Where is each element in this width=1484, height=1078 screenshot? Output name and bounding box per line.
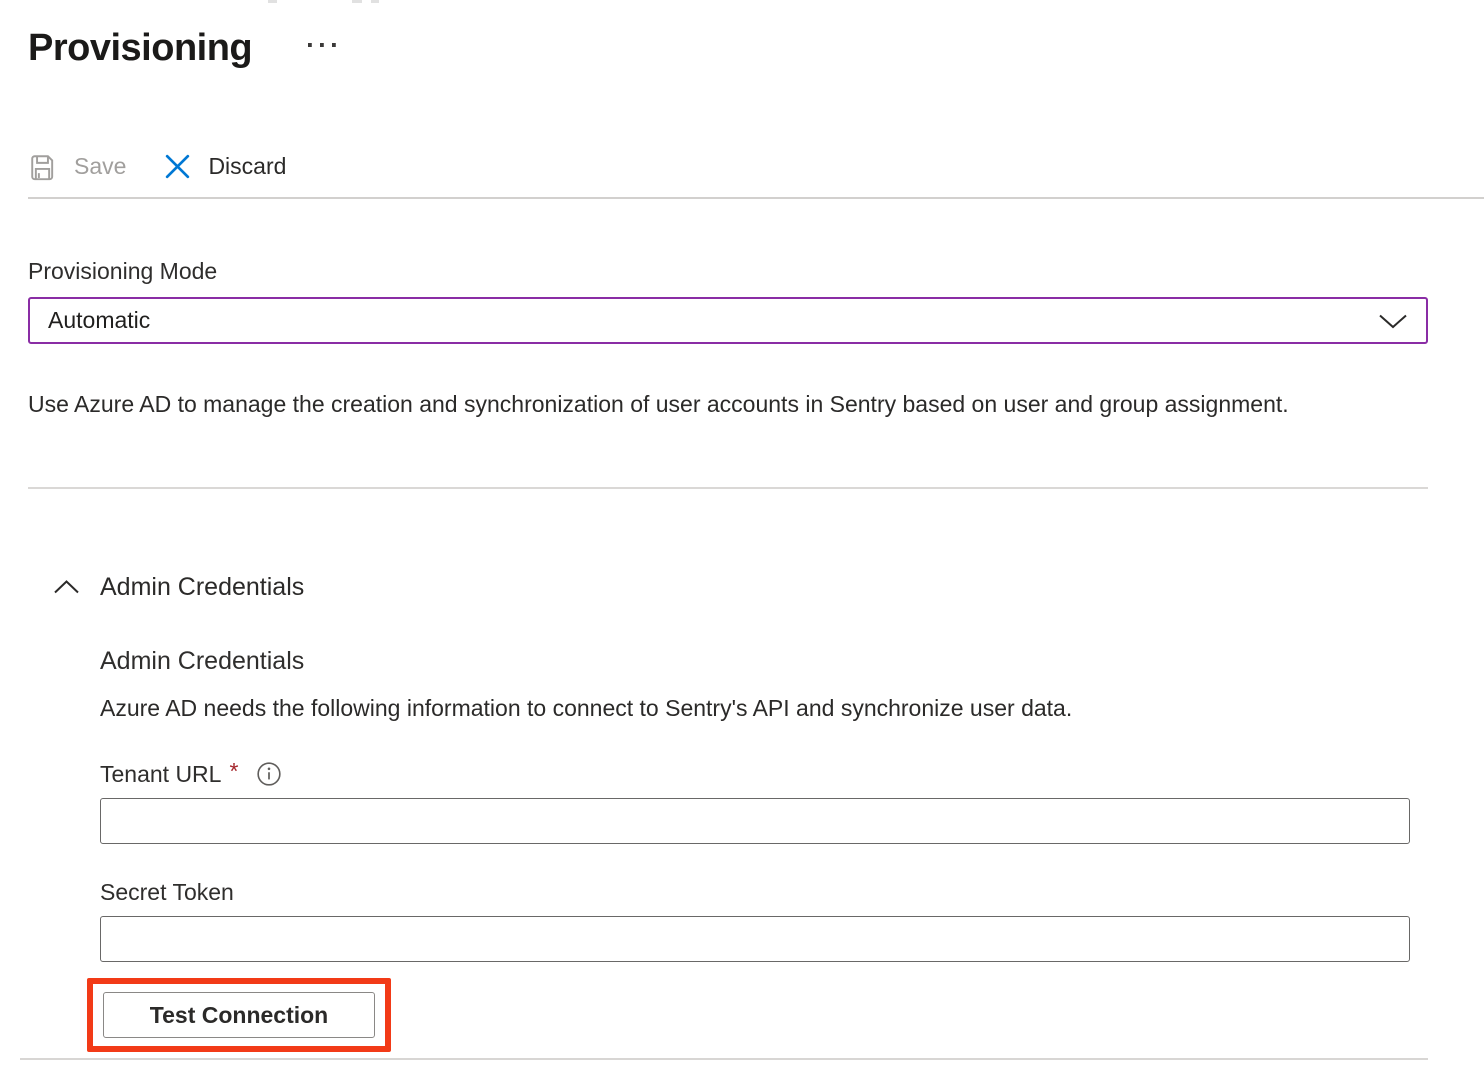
provisioning-mode-dropdown[interactable]: Automatic: [28, 297, 1428, 344]
more-options-icon[interactable]: ···: [306, 35, 342, 55]
provisioning-mode-value: Automatic: [48, 307, 150, 334]
required-asterisk: *: [229, 758, 238, 785]
tenant-url-input[interactable]: [100, 798, 1410, 844]
discard-button[interactable]: Discard: [162, 151, 286, 182]
section-divider: [28, 487, 1428, 489]
annotation-highlight-box: Test Connection: [87, 978, 391, 1052]
command-bar: Save Discard: [28, 146, 1428, 186]
admin-credentials-section-toggle[interactable]: Admin Credentials: [28, 551, 1428, 602]
secret-token-input[interactable]: [100, 916, 1410, 962]
bottom-divider: [20, 1058, 1428, 1060]
chevron-down-icon: [1378, 312, 1408, 330]
save-floppy-icon: [28, 152, 57, 181]
page-title: Provisioning: [28, 24, 252, 72]
admin-credentials-section-title: Admin Credentials: [100, 572, 304, 602]
secret-token-label-row: Secret Token: [100, 878, 1428, 906]
save-button-label: Save: [74, 153, 126, 180]
discard-x-icon: [162, 151, 193, 182]
admin-credentials-section-content: Admin Credentials Azure AD needs the fol…: [100, 646, 1428, 1052]
tenant-url-label: Tenant URL: [100, 760, 221, 788]
chevron-up-icon: [53, 579, 80, 595]
save-button[interactable]: Save: [28, 152, 126, 181]
page-header: Provisioning ···: [28, 24, 1428, 72]
cropped-text-remnant: [0, 0, 1484, 4]
tenant-url-label-row: Tenant URL *: [100, 760, 1428, 788]
discard-button-label: Discard: [208, 153, 286, 180]
provisioning-mode-description: Use Azure AD to manage the creation and …: [28, 383, 1330, 425]
provisioning-mode-label: Provisioning Mode: [28, 257, 1428, 285]
test-connection-button[interactable]: Test Connection: [103, 992, 375, 1038]
toolbar-divider: [28, 197, 1484, 199]
admin-credentials-heading: Admin Credentials: [100, 646, 1428, 676]
provisioning-page: Provisioning ··· Save Discard: [0, 0, 1484, 1078]
secret-token-label: Secret Token: [100, 878, 234, 906]
info-icon[interactable]: [256, 761, 282, 787]
admin-credentials-description: Azure AD needs the following information…: [100, 693, 1428, 723]
